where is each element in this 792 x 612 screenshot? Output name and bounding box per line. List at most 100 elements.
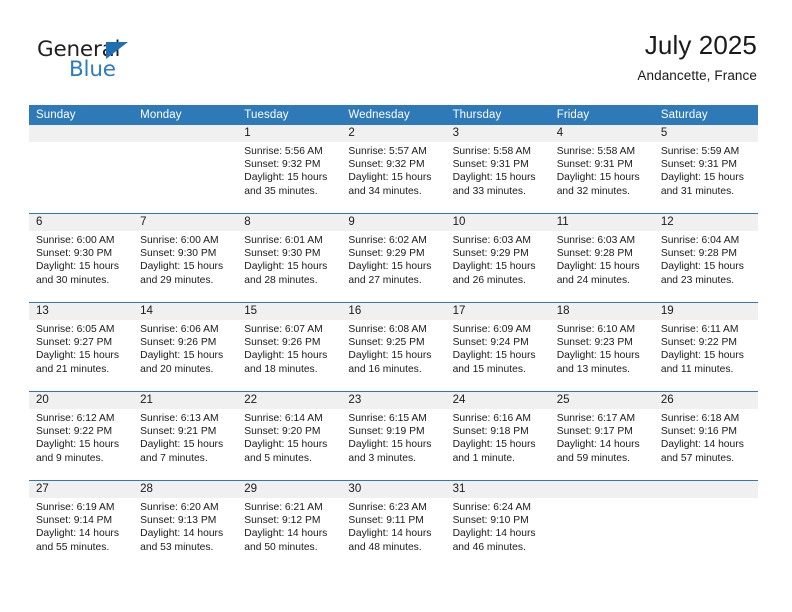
day-details: Sunrise: 6:07 AM Sunset: 9:26 PM Daylight:…	[237, 320, 341, 376]
calendar-day-cell[interactable]: 11 Sunrise: 6:03 AM Sunset: 9:28 PM Dayligh…	[549, 214, 654, 302]
sunset-text: Sunset: 9:19 PM	[348, 426, 425, 438]
day-details: Sunrise: 6:21 AM Sunset: 9:12 PM Daylight:…	[237, 498, 341, 554]
calendar-day-cell[interactable]: 20 Sunrise: 6:12 AM Sunset: 9:22 PM Dayligh…	[29, 392, 134, 480]
day-number: 6	[29, 214, 134, 231]
calendar-day-cell[interactable]: 29 Sunrise: 6:21 AM Sunset: 9:12 PM Dayligh…	[237, 481, 342, 569]
day-number: 11	[549, 214, 654, 231]
calendar-day-cell[interactable]: 30 Sunrise: 6:23 AM Sunset: 9:11 PM Dayligh…	[341, 481, 446, 569]
page-title: July 2025	[644, 30, 757, 60]
calendar-day-cell[interactable]: 8 Sunrise: 6:01 AM Sunset: 9:30 PM Daylight…	[237, 214, 342, 302]
calendar-day-cell[interactable]: 22 Sunrise: 6:14 AM Sunset: 9:20 PM Dayligh…	[237, 392, 342, 480]
calendar-day-cell[interactable]: 23 Sunrise: 6:15 AM Sunset: 9:19 PM Dayligh…	[341, 392, 446, 480]
calendar-day-cell[interactable]: 16 Sunrise: 6:08 AM Sunset: 9:25 PM Dayligh…	[341, 303, 446, 391]
calendar-day-cell[interactable]: 3 Sunrise: 5:58 AM Sunset: 9:31 PM Daylight…	[445, 125, 550, 213]
calendar-day-cell[interactable]: 26 Sunrise: 6:18 AM Sunset: 9:16 PM Dayligh…	[653, 392, 758, 480]
calendar-day-cell[interactable]: 6 Sunrise: 6:00 AM Sunset: 9:30 PM Daylight…	[29, 214, 134, 302]
weekday-header-monday: Monday	[133, 105, 238, 125]
day-number: 16	[341, 303, 446, 320]
calendar-day-cell[interactable]: 1 Sunrise: 5:56 AM Sunset: 9:32 PM Daylight…	[237, 125, 342, 213]
daylight-text: Daylight: 15 hours and 30 minutes.	[36, 261, 119, 286]
calendar-day-cell[interactable]: 9 Sunrise: 6:02 AM Sunset: 9:29 PM Daylight…	[341, 214, 446, 302]
day-details: Sunrise: 6:03 AM Sunset: 9:28 PM Daylight:…	[550, 231, 654, 287]
sunrise-text: Sunrise: 6:15 AM	[348, 413, 427, 424]
sunrise-text: Sunrise: 5:57 AM	[348, 146, 427, 157]
day-details: Sunrise: 6:00 AM Sunset: 9:30 PM Daylight:…	[133, 231, 237, 287]
daylight-text: Daylight: 15 hours and 18 minutes.	[244, 350, 328, 375]
day-number	[549, 481, 654, 498]
sunset-text: Sunset: 9:16 PM	[660, 426, 737, 438]
day-number: 20	[29, 392, 134, 409]
daylight-text: Daylight: 15 hours and 5 minutes.	[244, 439, 328, 464]
day-details: Sunrise: 6:16 AM Sunset: 9:18 PM Daylight:…	[446, 409, 550, 465]
weekday-header-friday: Friday	[549, 105, 654, 125]
sunset-text: Sunset: 9:27 PM	[36, 337, 113, 349]
day-number: 22	[237, 392, 342, 409]
day-number: 9	[341, 214, 446, 231]
daylight-text: Daylight: 15 hours and 32 minutes.	[556, 172, 640, 197]
day-details: Sunrise: 5:57 AM Sunset: 9:32 PM Daylight:…	[341, 142, 445, 198]
day-details: Sunrise: 6:20 AM Sunset: 9:13 PM Daylight:…	[133, 498, 237, 554]
sunrise-text: Sunrise: 6:03 AM	[556, 235, 636, 246]
sunrise-text: Sunrise: 6:01 AM	[244, 235, 323, 246]
sunrise-text: Sunrise: 6:12 AM	[36, 413, 115, 424]
day-details: Sunrise: 5:59 AM Sunset: 9:31 PM Daylight:…	[654, 142, 758, 198]
weekday-header-tuesday: Tuesday	[237, 105, 342, 125]
calendar-day-cell[interactable]: 14 Sunrise: 6:06 AM Sunset: 9:26 PM Dayligh…	[133, 303, 238, 391]
calendar-day-cell[interactable]: 2 Sunrise: 5:57 AM Sunset: 9:32 PM Daylight…	[341, 125, 446, 213]
calendar-day-cell[interactable]: 18 Sunrise: 6:10 AM Sunset: 9:23 PM Dayligh…	[549, 303, 654, 391]
sunset-text: Sunset: 9:26 PM	[140, 337, 217, 349]
day-details: Sunrise: 6:03 AM Sunset: 9:29 PM Daylight:…	[446, 231, 550, 287]
sunset-text: Sunset: 9:30 PM	[36, 248, 113, 260]
day-details: Sunrise: 6:00 AM Sunset: 9:30 PM Daylight:…	[29, 231, 133, 287]
day-number: 28	[133, 481, 238, 498]
calendar-week-row: 20 Sunrise: 6:12 AM Sunset: 9:22 PM Dayligh…	[29, 391, 758, 481]
day-number: 8	[237, 214, 342, 231]
daylight-text: Daylight: 14 hours and 59 minutes.	[556, 439, 640, 464]
calendar-day-cell[interactable]: 28 Sunrise: 6:20 AM Sunset: 9:13 PM Dayligh…	[133, 481, 238, 569]
calendar-day-cell[interactable]: 19 Sunrise: 6:11 AM Sunset: 9:22 PM Dayligh…	[653, 303, 758, 391]
sunset-text: Sunset: 9:28 PM	[660, 248, 737, 260]
calendar-day-cell[interactable]: 10 Sunrise: 6:03 AM Sunset: 9:29 PM Dayligh…	[445, 214, 550, 302]
sunrise-text: Sunrise: 6:10 AM	[556, 324, 636, 335]
day-details: Sunrise: 6:17 AM Sunset: 9:17 PM Daylight:…	[550, 409, 654, 465]
calendar-day-cell[interactable]: 24 Sunrise: 6:16 AM Sunset: 9:18 PM Dayligh…	[445, 392, 550, 480]
calendar-day-cell[interactable]: 7 Sunrise: 6:00 AM Sunset: 9:30 PM Daylight…	[133, 214, 238, 302]
day-details: Sunrise: 6:02 AM Sunset: 9:29 PM Daylight:…	[341, 231, 445, 287]
day-details: Sunrise: 5:56 AM Sunset: 9:32 PM Daylight:…	[237, 142, 341, 198]
sunrise-text: Sunrise: 6:20 AM	[140, 502, 219, 513]
calendar-day-cell[interactable]: 21 Sunrise: 6:13 AM Sunset: 9:21 PM Dayligh…	[133, 392, 238, 480]
sunset-text: Sunset: 9:30 PM	[244, 248, 321, 260]
calendar-day-cell[interactable]: 31 Sunrise: 6:24 AM Sunset: 9:10 PM Dayligh…	[445, 481, 550, 569]
day-number: 1	[237, 125, 342, 142]
day-number: 18	[549, 303, 654, 320]
day-number: 5	[653, 125, 758, 142]
calendar-day-cell[interactable]: 12 Sunrise: 6:04 AM Sunset: 9:28 PM Dayligh…	[653, 214, 758, 302]
sunset-text: Sunset: 9:20 PM	[244, 426, 321, 438]
sunset-text: Sunset: 9:31 PM	[660, 159, 737, 171]
weekday-header-row: Sunday Monday Tuesday Wednesday Thursday…	[29, 105, 758, 125]
calendar-day-cell[interactable]: 5 Sunrise: 5:59 AM Sunset: 9:31 PM Daylight…	[653, 125, 758, 213]
day-details: Sunrise: 6:10 AM Sunset: 9:23 PM Daylight:…	[550, 320, 654, 376]
day-number	[133, 125, 238, 142]
calendar-day-cell[interactable]: 15 Sunrise: 6:07 AM Sunset: 9:26 PM Dayligh…	[237, 303, 342, 391]
day-number: 23	[341, 392, 446, 409]
calendar-day-cell[interactable]: 13 Sunrise: 6:05 AM Sunset: 9:27 PM Dayligh…	[29, 303, 134, 391]
calendar-page: General Blue July 2025 Andancette, Franc…	[0, 0, 792, 612]
general-blue-logo[interactable]: General Blue	[37, 37, 197, 93]
calendar-day-cell[interactable]: 25 Sunrise: 6:17 AM Sunset: 9:17 PM Dayligh…	[549, 392, 654, 480]
sunset-text: Sunset: 9:31 PM	[556, 159, 633, 171]
calendar-day-cell[interactable]: 17 Sunrise: 6:09 AM Sunset: 9:24 PM Dayligh…	[445, 303, 550, 391]
sunrise-text: Sunrise: 6:19 AM	[36, 502, 115, 513]
day-details: Sunrise: 6:06 AM Sunset: 9:26 PM Daylight:…	[133, 320, 237, 376]
day-details: Sunrise: 6:05 AM Sunset: 9:27 PM Daylight:…	[29, 320, 133, 376]
sunset-text: Sunset: 9:21 PM	[140, 426, 217, 438]
calendar-day-cell[interactable]: 4 Sunrise: 5:58 AM Sunset: 9:31 PM Daylight…	[549, 125, 654, 213]
daylight-text: Daylight: 15 hours and 24 minutes.	[556, 261, 640, 286]
calendar-day-cell[interactable]: 27 Sunrise: 6:19 AM Sunset: 9:14 PM Dayligh…	[29, 481, 134, 569]
page-header: General Blue July 2025 Andancette, Franc…	[29, 28, 757, 98]
sunrise-text: Sunrise: 6:16 AM	[452, 413, 531, 424]
calendar-day-cell-empty	[29, 125, 134, 213]
sunset-text: Sunset: 9:28 PM	[556, 248, 633, 260]
sunrise-text: Sunrise: 6:00 AM	[36, 235, 115, 246]
day-details: Sunrise: 6:01 AM Sunset: 9:30 PM Daylight:…	[237, 231, 341, 287]
